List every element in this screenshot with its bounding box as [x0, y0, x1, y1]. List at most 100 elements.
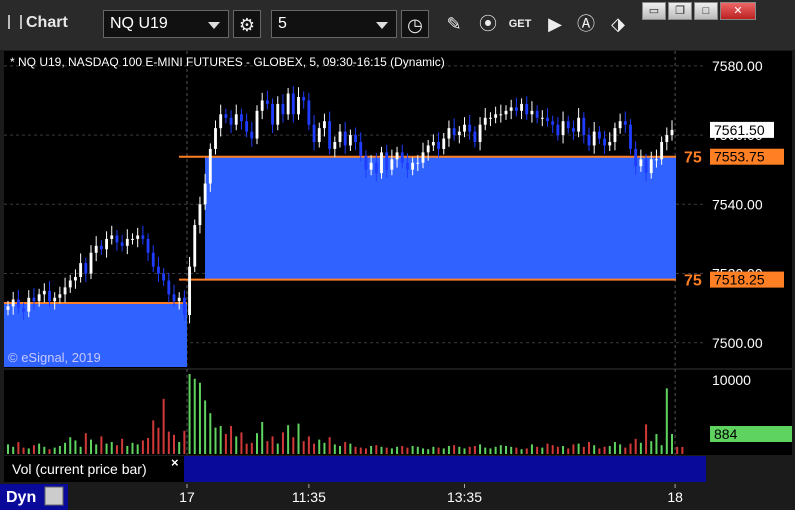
- candle-body: [431, 142, 435, 146]
- candle-body: [483, 117, 487, 125]
- candle-body: [364, 155, 368, 170]
- candle-body: [240, 114, 243, 122]
- candle-body: [649, 159, 653, 174]
- candle-body: [592, 131, 596, 146]
- clock-icon: ◷: [407, 15, 423, 35]
- volume-panel[interactable]: [4, 370, 706, 455]
- candle-body: [37, 294, 41, 302]
- candle-body: [167, 280, 171, 295]
- candle-body: [291, 93, 295, 115]
- symbol-select[interactable]: NQ U19: [103, 10, 229, 38]
- candle-body: [250, 131, 254, 139]
- candle-body: [193, 225, 197, 267]
- candle-body: [468, 124, 472, 132]
- get-data-button[interactable]: GET: [506, 10, 534, 38]
- candle-body: [214, 128, 217, 149]
- time-template-button[interactable]: ◷: [401, 10, 429, 38]
- candle-body: [603, 138, 606, 146]
- replay-button[interactable]: ▶: [541, 10, 569, 38]
- candle-body: [426, 145, 430, 153]
- candle-body: [411, 162, 415, 170]
- chart-description: * NQ U19, NASDAQ 100 E-MINI FUTURES - GL…: [10, 55, 445, 69]
- settings-icon: ⚙: [238, 15, 256, 35]
- candle-body: [634, 148, 638, 167]
- time-tick-label: 13:35: [447, 489, 482, 505]
- window-title-text: Chart: [26, 14, 68, 31]
- price-tick-label: 7540.00: [712, 196, 763, 212]
- symbol-value: NQ U19: [110, 15, 168, 32]
- candle-body: [120, 242, 124, 246]
- window-close-button[interactable]: ✕: [720, 2, 756, 20]
- window-maximize-button[interactable]: □: [694, 2, 718, 20]
- candle-body: [618, 121, 622, 129]
- candle-body: [551, 121, 555, 125]
- studies-button[interactable]: ⦿: [474, 10, 502, 38]
- candle-body: [177, 297, 181, 302]
- time-tick-label: 11:35: [292, 489, 326, 505]
- candle-body: [380, 152, 383, 174]
- candle-body: [395, 152, 399, 160]
- candle-body: [655, 159, 658, 161]
- candle-body: [390, 159, 394, 170]
- candle-body: [265, 100, 269, 104]
- chart-area[interactable]: 7580.007560.007540.007520.007500.007561.…: [0, 50, 795, 510]
- candle-body: [271, 103, 274, 125]
- candle-body: [359, 142, 363, 156]
- candle-body: [63, 287, 67, 295]
- close-icon[interactable]: ×: [171, 455, 179, 470]
- window-minimize-button[interactable]: ▭: [642, 2, 666, 20]
- candle-body: [400, 152, 404, 163]
- time-tick-label: 18: [667, 489, 683, 505]
- interval-value: 5: [278, 15, 287, 32]
- candle-body: [162, 273, 166, 281]
- drag-grip-icon[interactable]: [8, 15, 22, 29]
- candle-body: [639, 159, 643, 167]
- candle-body: [494, 114, 498, 118]
- candle-body: [188, 266, 191, 316]
- candle-body: [229, 117, 233, 125]
- candle-body: [151, 252, 155, 267]
- level-marker: 75: [684, 273, 702, 290]
- candle-body: [442, 138, 446, 149]
- window-restore-button[interactable]: ❐: [668, 2, 692, 20]
- pencil-icon: ✎: [446, 14, 462, 34]
- price-tick-label: 7500.00: [712, 335, 763, 351]
- candle-body: [608, 142, 612, 146]
- candle-body: [520, 103, 523, 111]
- candle-body: [670, 129, 674, 136]
- candle-body: [457, 131, 461, 136]
- draw-tool-button[interactable]: ✎: [440, 10, 468, 38]
- candle-body: [276, 103, 280, 125]
- alert-button[interactable]: Ⓐ: [572, 10, 600, 38]
- lower-level-tag: 7518.25: [714, 272, 765, 288]
- candle-body: [385, 152, 389, 170]
- candle-body: [338, 131, 342, 142]
- candle-body: [11, 299, 15, 307]
- upper-level-tag: 7553.75: [714, 149, 765, 165]
- candle-body: [463, 124, 466, 132]
- candle-body: [115, 235, 119, 243]
- link-button[interactable]: ⬗: [604, 10, 632, 38]
- candle-body: [42, 290, 46, 295]
- candle-body: [16, 299, 20, 309]
- last-volume-tag: 884: [714, 426, 738, 442]
- candle-body: [525, 103, 529, 115]
- interval-select[interactable]: 5: [271, 10, 397, 38]
- candle-body: [286, 93, 290, 115]
- candle-body: [182, 297, 186, 316]
- status-mode: Dyn: [6, 489, 36, 506]
- lock-icon[interactable]: [44, 486, 64, 506]
- candle-body: [84, 263, 88, 274]
- candle-body: [406, 162, 409, 170]
- candle-body: [499, 114, 503, 116]
- candle-body: [473, 131, 477, 142]
- price-zone-current: [204, 156, 676, 280]
- settings-button[interactable]: ⚙: [233, 10, 261, 38]
- candle-body: [587, 135, 591, 146]
- candle-body: [556, 124, 560, 136]
- play-icon: ▶: [548, 14, 562, 34]
- candle-body: [105, 238, 108, 250]
- candle-body: [94, 245, 98, 253]
- candle-body: [68, 280, 72, 288]
- candle-body: [302, 97, 306, 101]
